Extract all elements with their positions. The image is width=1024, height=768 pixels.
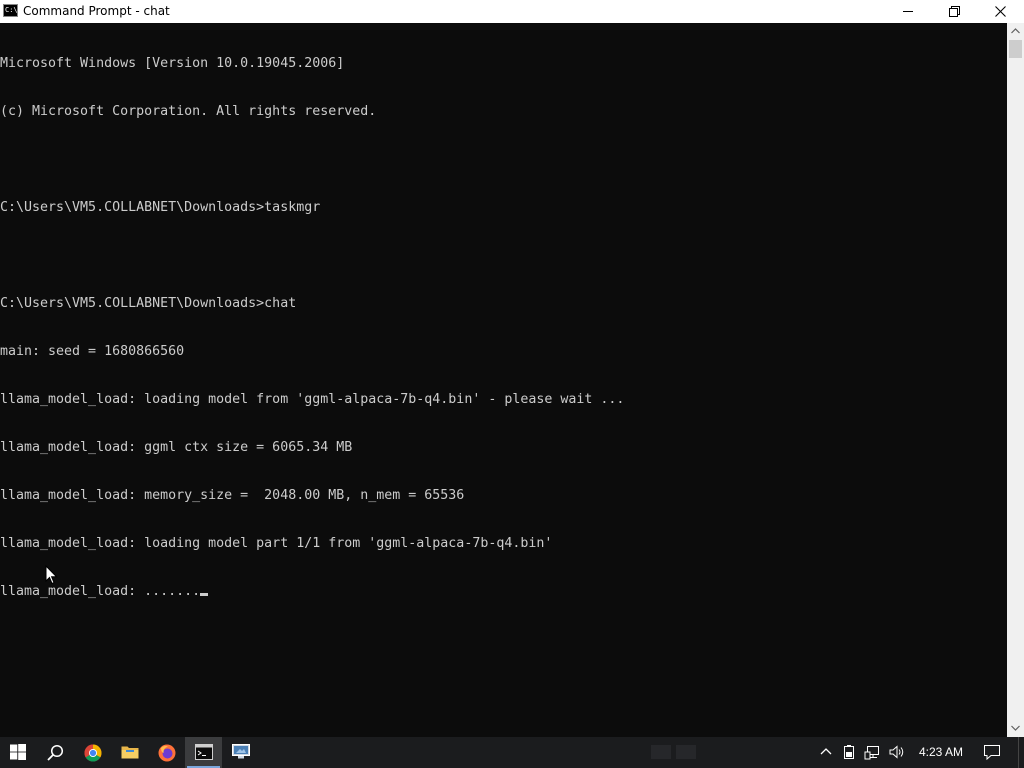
minimize-icon [903,11,913,12]
show-desktop-button[interactable] [1018,737,1024,768]
console-line: llama_model_load: ggml ctx size = 6065.3… [0,440,353,455]
title-bar[interactable]: C:\ Command Prompt - chat [0,0,1024,23]
chevron-down-icon [1011,725,1020,731]
console-line: Microsoft Windows [Version 10.0.19045.20… [0,56,345,71]
scroll-up-button[interactable] [1007,23,1024,40]
console-line: C:\Users\VM5.COLLABNET\Downloads>chat [0,296,297,311]
console-output[interactable]: Microsoft Windows [Version 10.0.19045.20… [0,23,1007,737]
command-prompt-button[interactable] [185,737,222,768]
tray-app-icon[interactable] [676,745,696,759]
window-title: Command Prompt - chat [23,4,170,18]
console-line-text: llama_model_load: ....... [0,584,201,599]
taskbar-clock[interactable]: 4:23 AM [913,745,969,759]
console-line: (c) Microsoft Corporation. All rights re… [0,104,377,119]
volume-icon[interactable] [888,743,906,761]
close-button[interactable] [977,0,1023,23]
minimize-button[interactable] [885,0,931,23]
remote-desktop-icon [232,744,250,759]
search-icon [47,744,64,761]
scroll-down-button[interactable] [1007,720,1024,737]
remote-desktop-button[interactable] [222,737,259,768]
battery-icon[interactable] [840,743,858,761]
restore-button[interactable] [931,0,977,23]
windows-logo-icon [10,744,26,760]
console-line: main: seed = 1680866560 [0,344,185,359]
console-line: llama_model_load: loading model from 'gg… [0,392,625,407]
console-line: llama_model_load: memory_size = 2048.00 … [0,488,465,503]
network-icon[interactable] [864,743,882,761]
file-explorer-button[interactable] [111,737,148,768]
console-line: C:\Users\VM5.COLLABNET\Downloads>taskmgr [0,200,321,215]
scrollbar-thumb[interactable] [1009,40,1022,58]
folder-icon [121,746,139,759]
notification-icon[interactable] [983,743,1001,761]
search-button[interactable] [37,737,74,768]
text-cursor [200,593,209,596]
console-line-current: llama_model_load: ....... [0,584,624,600]
taskbar: 4:23 AM [0,737,1024,768]
start-button[interactable] [0,737,37,768]
vertical-scrollbar[interactable] [1007,23,1024,737]
chrome-button[interactable] [74,737,111,768]
close-icon [995,6,1006,17]
cmd-icon [195,744,213,760]
firefox-icon [158,744,176,762]
restore-icon [949,6,960,17]
tray-app-icon[interactable] [651,745,671,759]
chrome-icon [84,744,102,762]
console-text: Microsoft Windows [Version 10.0.19045.20… [0,24,624,632]
cmd-icon: C:\ [3,4,18,17]
chevron-up-icon [1011,28,1020,34]
mouse-pointer-icon [45,565,58,585]
firefox-button[interactable] [148,737,185,768]
chevron-up-icon[interactable] [817,743,835,761]
console-line: llama_model_load: loading model part 1/1… [0,536,553,551]
